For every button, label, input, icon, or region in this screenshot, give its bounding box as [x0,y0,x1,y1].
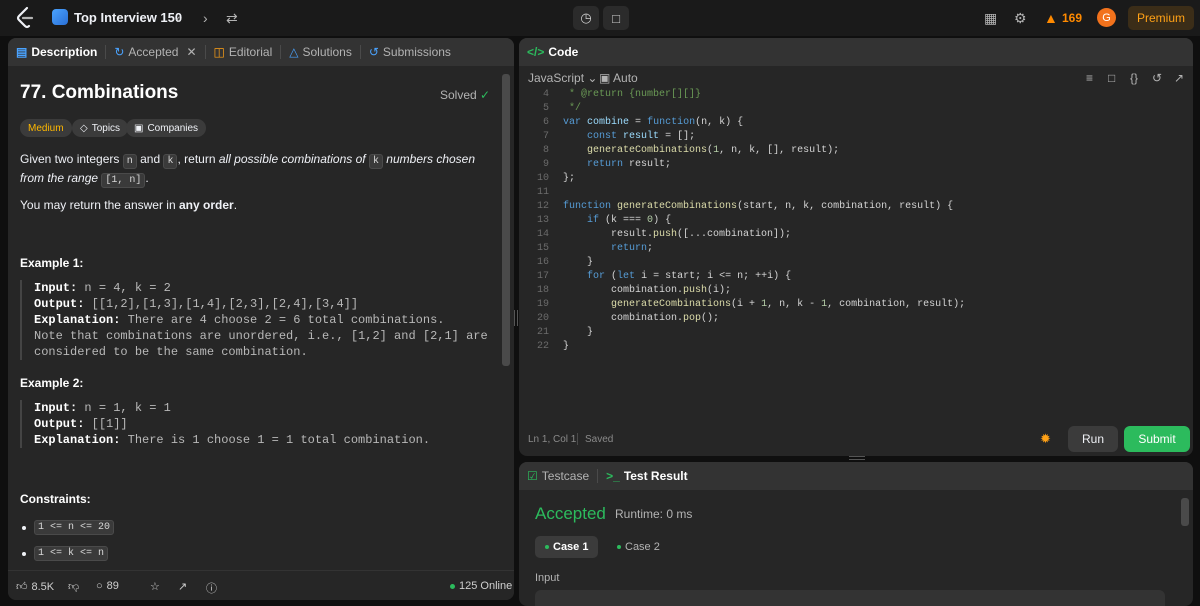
thumbs-up-icon: 👍︎ [16,581,28,593]
constraint-item: 1 <= n <= 20 [22,520,115,535]
comments-button[interactable]: ○ 89 [96,580,119,592]
tag-icon: ◇ [80,122,88,134]
book-icon: ◫ [213,45,225,59]
auto-mode[interactable]: ▣ Auto [599,71,638,85]
code-editor[interactable]: 4 * @return {number[][]} 5 */ 6 var combi… [519,88,1179,358]
layout-icon[interactable]: ▦ [984,9,997,27]
braces-icon[interactable]: {} [1130,71,1138,85]
result-status: Accepted [535,504,606,523]
history-icon: ↻ [114,45,125,59]
case-1-tab[interactable]: Case 1 [535,536,599,558]
help-icon[interactable]: ⓘ [206,580,217,596]
result-tabs: ☑ Testcase >_ Test Result [519,462,1193,490]
code-footer: Ln 1, Col 1 Saved ✹ Run Submit [519,422,1193,456]
chevron-right-icon[interactable]: › [203,9,208,27]
dislike-button[interactable]: 👎︎ [68,580,79,593]
fullscreen-icon[interactable]: ↗ [1174,71,1184,85]
language-select[interactable]: JavaScript ⌄ [528,71,597,85]
runtime: Runtime: 0 ms [615,507,693,521]
divider [577,433,578,445]
cursor-position: Ln 1, Col 1 [528,434,577,445]
bullet [22,551,26,556]
online-count: 125 Online [450,580,512,592]
solved-status: Solved ✓ [440,88,491,102]
notes-icon[interactable]: □ [603,6,629,30]
scrollbar[interactable] [502,74,510,366]
example-1-block: Input: n = 4, k = 2 Output: [[1,2],[1,3]… [20,280,488,360]
example-2-block: Input: n = 1, k = 1 Output: [[1]] Explan… [20,400,430,448]
pass-dot [617,545,621,549]
document-icon: ▤ [16,45,28,59]
terminal-icon: >_ [606,469,620,483]
chevron-down-icon: ⌄ [587,71,598,85]
streak-count[interactable]: 169 [1062,11,1082,25]
problem-list-icon[interactable] [52,9,68,25]
constraint-item: 1 <= k <= n [22,546,109,561]
debug-icon[interactable]: ✹ [1040,431,1051,447]
top-bar: Top Interview 150 ‹ › ⇄ ◷ □ ▦ ⚙ ▲ 169 G … [0,0,1200,36]
description-footer: 👍︎ 8.5K 👎︎ ○ 89 ☆ ↗ ⓘ 125 Online [8,570,514,600]
like-button[interactable]: 👍︎ 8.5K [16,580,54,594]
shuffle-icon[interactable]: ⇄ [226,9,238,27]
example-2-title: Example 2: [20,376,84,390]
tab-code[interactable]: </> Code [519,38,586,66]
pass-dot [545,545,549,549]
comment-icon: ○ [96,580,103,592]
case-2-tab[interactable]: Case 2 [607,536,670,558]
tab-testcase[interactable]: ☑ Testcase [519,462,597,490]
lock-icon: ▣ [599,71,611,85]
panel-resize-handle[interactable] [849,456,865,460]
check-circle-icon: ✓ [480,88,491,102]
fire-icon: ▲ [1044,10,1058,26]
flask-icon: △ [289,45,299,59]
share-icon[interactable]: ↗ [178,580,187,593]
code-icon: </> [527,45,545,59]
leetcode-logo-icon[interactable] [14,6,36,30]
lock-icon: ▣ [134,122,144,134]
gear-icon[interactable]: ⚙ [1014,9,1027,27]
save-status: Saved [585,434,614,445]
order-note: You may return the answer in any order. [20,198,238,212]
format-icon[interactable]: ≡ [1086,71,1093,85]
description-tabs: ▤ Description ↻ Accepted ✕ ◫ Editorial △… [8,38,514,66]
history-icon: ↺ [368,45,379,59]
result-panel: ☑ Testcase >_ Test Result Accepted Runti… [519,462,1193,606]
code-toolbar: JavaScript ⌄ ▣ Auto ≡ □ {} ↺ ↗ [519,66,1193,90]
companies-chip[interactable]: ▣ Companies [126,119,207,137]
online-dot [450,583,455,589]
star-icon[interactable]: ☆ [150,580,160,593]
input-value-box [535,590,1165,606]
run-button[interactable]: Run [1068,426,1118,452]
difficulty-badge[interactable]: Medium [20,119,72,137]
checkbox-icon: ☑ [527,469,538,483]
reset-icon[interactable]: ↺ [1152,71,1162,85]
topics-chip[interactable]: ◇ Topics [72,119,129,137]
bookmark-icon[interactable]: □ [1108,71,1115,85]
code-header: </> Code [519,38,1193,66]
problem-description: Given two integers n and k, return all p… [20,152,476,188]
tab-editorial[interactable]: ◫ Editorial [206,38,281,66]
tab-test-result[interactable]: >_ Test Result [598,462,695,490]
timer-icon[interactable]: ◷ [573,6,599,30]
avatar[interactable]: G [1097,8,1116,27]
thumbs-down-icon: 👎︎ [68,581,80,593]
submit-button[interactable]: Submit [1124,426,1190,452]
tab-accepted[interactable]: ↻ Accepted ✕ [106,38,204,66]
code-panel: </> Code JavaScript ⌄ ▣ Auto ≡ □ {} ↺ ↗ … [519,38,1193,456]
input-label: Input [535,572,560,584]
close-icon[interactable]: ✕ [186,45,196,59]
description-panel: ▤ Description ↻ Accepted ✕ ◫ Editorial △… [8,38,514,600]
tab-submissions[interactable]: ↺ Submissions [361,38,459,66]
bullet [22,525,26,530]
panel-resize-handle[interactable] [514,310,518,326]
example-1-title: Example 1: [20,256,84,270]
tab-solutions[interactable]: △ Solutions [281,38,360,66]
page-title[interactable]: 77. Combinations [20,82,178,104]
constraints-title: Constraints: [20,492,91,506]
scrollbar[interactable] [1181,498,1189,526]
chevron-left-icon[interactable]: ‹ [176,9,181,27]
premium-button[interactable]: Premium [1128,6,1194,30]
tab-description[interactable]: ▤ Description [8,38,105,66]
problem-list-title[interactable]: Top Interview 150 [74,10,182,25]
